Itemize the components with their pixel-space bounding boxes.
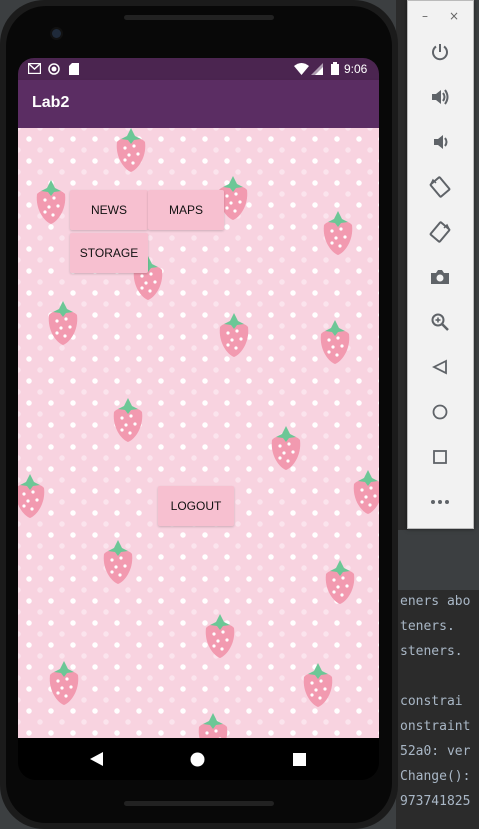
news-button[interactable]: NEWS — [70, 190, 148, 230]
rotate-right-icon[interactable] — [426, 218, 454, 246]
content-area: NEWS MAPS STORAGE LOGOUT — [18, 128, 379, 738]
home-icon[interactable] — [426, 398, 454, 426]
more-icon[interactable] — [426, 488, 454, 516]
bottom-speaker — [124, 801, 274, 806]
signal-icon — [311, 63, 323, 75]
record-icon — [48, 63, 60, 75]
recents-icon[interactable] — [293, 753, 306, 766]
rotate-left-icon[interactable] — [426, 173, 454, 201]
phone-frame: 9:06 Lab2 NEWS MAPS STORAGE LOGOUT — [0, 0, 398, 829]
top-speaker — [124, 15, 274, 20]
ide-console: eners abo teners. steners. constrai onst… — [396, 590, 479, 829]
app-bar: Lab2 — [18, 80, 379, 128]
overview-icon[interactable] — [426, 443, 454, 471]
storage-button[interactable]: STORAGE — [70, 233, 148, 273]
console-line: teners. — [400, 619, 455, 634]
console-line: eners abo — [400, 594, 471, 609]
console-line: onstraint — [400, 719, 471, 734]
camera-icon[interactable] — [426, 263, 454, 291]
console-line: constrai — [400, 694, 463, 709]
navigation-bar — [18, 738, 379, 780]
emulator-side-panel: – × — [407, 0, 474, 529]
console-line: steners. — [400, 644, 463, 659]
status-time: 9:06 — [344, 62, 368, 76]
close-button[interactable]: × — [449, 9, 459, 23]
device-screen: 9:06 Lab2 NEWS MAPS STORAGE LOGOUT — [18, 58, 379, 780]
power-icon[interactable] — [426, 38, 454, 66]
battery-icon — [331, 62, 339, 75]
home-icon[interactable] — [190, 752, 205, 767]
zoom-icon[interactable] — [426, 308, 454, 336]
logout-button[interactable]: LOGOUT — [158, 486, 234, 526]
console-line: Change(): — [400, 769, 471, 784]
maps-button[interactable]: MAPS — [148, 190, 224, 230]
console-line: 973741825 — [400, 794, 471, 809]
volume-down-icon[interactable] — [426, 128, 454, 156]
gmail-icon — [28, 63, 41, 74]
app-title: Lab2 — [32, 94, 70, 111]
minimize-button[interactable]: – — [422, 9, 428, 23]
ide-toolbar-area — [396, 530, 479, 590]
wifi-icon — [294, 63, 309, 75]
front-camera-icon — [52, 29, 61, 38]
back-icon[interactable] — [426, 353, 454, 381]
status-bar: 9:06 — [18, 58, 379, 80]
volume-up-icon[interactable] — [426, 83, 454, 111]
console-line: 52a0: ver — [400, 744, 471, 759]
sd-card-icon — [69, 63, 79, 75]
back-icon[interactable] — [90, 752, 104, 766]
